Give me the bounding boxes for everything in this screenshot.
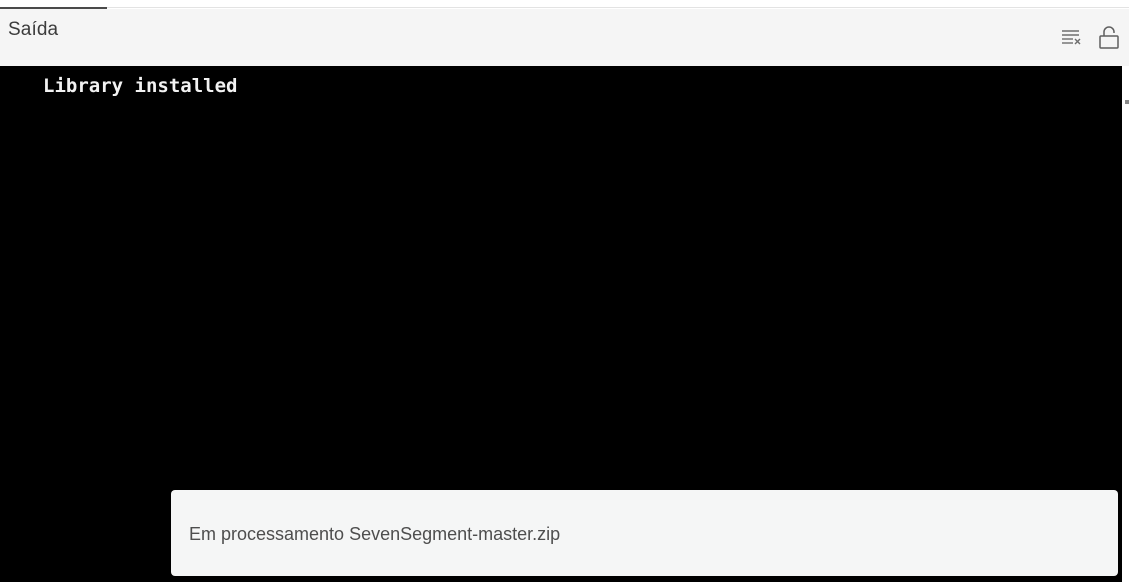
output-panel: Saída Library installed Em processamento…	[0, 0, 1129, 582]
panel-top-border	[107, 7, 1129, 8]
unlocked-padlock-icon	[1099, 26, 1119, 49]
clear-output-icon	[1062, 30, 1081, 45]
output-line: Library installed	[43, 75, 238, 97]
scrollbar[interactable]	[1122, 66, 1129, 582]
scroll-lock-button[interactable]	[1098, 25, 1120, 49]
output-panel-header	[0, 9, 1129, 66]
scrollbar-thumb[interactable]	[1125, 100, 1129, 104]
progress-notification: Em processamento SevenSegment-master.zip	[171, 490, 1118, 576]
panel-title: Saída	[8, 19, 59, 40]
clear-output-button[interactable]	[1061, 25, 1083, 49]
notification-message: Em processamento SevenSegment-master.zip	[189, 524, 561, 544]
